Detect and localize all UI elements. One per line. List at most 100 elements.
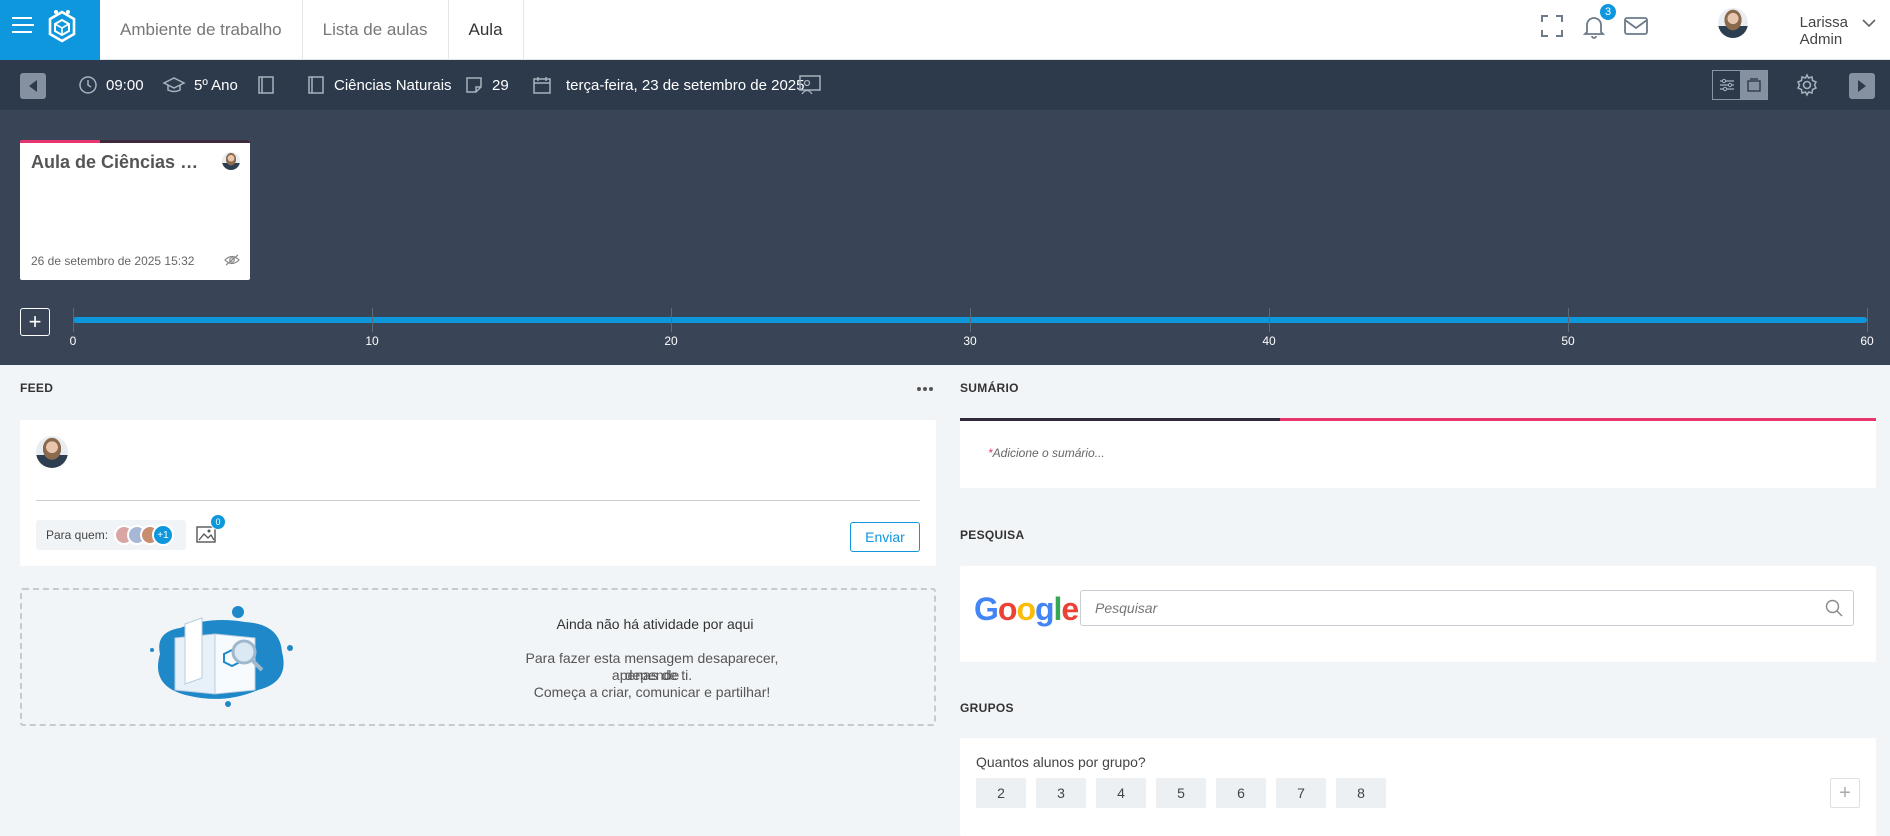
lesson-grade: 5º Ano (162, 60, 238, 110)
top-navigation: Ambiente de trabalho Lista de aulas Aula… (0, 0, 1890, 60)
gear-icon[interactable] (1795, 73, 1819, 97)
lesson-time-value: 09:00 (106, 76, 144, 94)
cards-icon (1746, 78, 1761, 92)
main-menu-button[interactable] (0, 0, 100, 60)
user-avatar[interactable] (1718, 8, 1748, 38)
lesson-grade-value: 5º Ano (194, 76, 238, 94)
composer-avatar (36, 436, 68, 468)
timeline-tick-label: 50 (1561, 334, 1575, 348)
card-date: 26 de setembro de 2025 15:32 (31, 254, 195, 268)
notification-count-badge: 3 (1598, 2, 1618, 22)
more-recipients-chip: +1 (152, 524, 174, 546)
calendar-icon (533, 77, 551, 94)
chevron-down-icon[interactable] (1862, 18, 1876, 28)
sticky-note-icon (466, 77, 482, 93)
lesson-time: 09:00 (78, 60, 144, 110)
composer-input-line[interactable] (36, 500, 920, 501)
tab-lista-de-aulas[interactable]: Lista de aulas (303, 0, 449, 60)
clock-icon (79, 76, 97, 94)
lesson-number: 29 (464, 60, 509, 110)
group-size-option[interactable]: 6 (1216, 778, 1266, 808)
feed-composer: Para quem: +1 0 Enviar (20, 420, 936, 566)
group-size-option[interactable]: 4 (1096, 778, 1146, 808)
timeline-tick (1568, 308, 1569, 332)
lesson-date[interactable]: terça-feira, 23 de setembro de 2025 (532, 60, 804, 110)
fullscreen-icon[interactable] (1538, 12, 1566, 40)
arrow-left-icon (29, 80, 37, 92)
timeline-tick-label: 10 (365, 334, 379, 348)
research-title: PESQUISA (960, 528, 1025, 542)
sliders-icon (1719, 78, 1734, 92)
empty-line-2: apenas de ti. (611, 667, 693, 683)
user-name[interactable]: Larissa Admin (1800, 14, 1848, 48)
google-logo: Google (974, 591, 1079, 627)
group-size-option[interactable]: 8 (1336, 778, 1386, 808)
recipients-selector[interactable]: Para quem: +1 (36, 520, 186, 550)
summary-panel[interactable]: *Adicione o sumário... (960, 418, 1876, 488)
search-icon[interactable] (1825, 599, 1843, 617)
timeline-tick (73, 308, 74, 332)
lesson-date-value: terça-feira, 23 de setembro de 2025 (566, 76, 805, 94)
card-title: Aula de Ciências Naturais (31, 152, 211, 172)
presentation-icon[interactable] (798, 74, 822, 96)
lesson-activity-card[interactable]: Aula de Ciências Naturais 26 de setembro… (20, 140, 250, 280)
timeline-tick (671, 308, 672, 332)
timeline-tick-label: 0 (69, 334, 77, 348)
add-activity-button[interactable]: + (20, 308, 50, 336)
image-count-badge: 0 (210, 514, 226, 530)
group-size-option[interactable]: 5 (1156, 778, 1206, 808)
group-size-option[interactable]: 2 (976, 778, 1026, 808)
feed-title: FEED (20, 381, 54, 395)
timeline-tick (970, 308, 971, 332)
timeline-tick-label: 20 (664, 334, 678, 348)
groups-title: GRUPOS (960, 701, 1014, 715)
timeline-tick-label: 60 (1860, 334, 1874, 348)
hamburger-icon (12, 14, 34, 33)
eye-off-icon[interactable] (224, 253, 240, 267)
group-size-option[interactable]: 3 (1036, 778, 1086, 808)
summary-placeholder-text: Adicione o sumário... (992, 446, 1105, 460)
graduation-cap-icon (162, 77, 186, 93)
group-size-option[interactable]: 7 (1276, 778, 1326, 808)
book-icon[interactable] (257, 75, 275, 95)
summary-progress-bar (960, 418, 1876, 421)
lesson-timeline: Aula de Ciências Naturais 26 de setembro… (0, 110, 1890, 365)
notifications-button[interactable]: 3 (1580, 2, 1618, 40)
timeline-tick (1867, 308, 1868, 332)
previous-lesson-button[interactable] (20, 73, 46, 99)
view-toggle (1712, 70, 1768, 100)
research-panel: Google (960, 566, 1876, 662)
summary-title: SUMÁRIO (960, 381, 1019, 395)
lesson-toolbar: 09:00 5º Ano Ciências Naturais 29 terça-… (0, 60, 1890, 110)
view-toggle-cards[interactable] (1740, 71, 1767, 99)
empty-line-3: Começa a criar, comunicar e partilhar! (533, 684, 771, 700)
card-author-avatar (222, 152, 240, 170)
send-button[interactable]: Enviar (850, 522, 920, 552)
timeline-tick (1269, 308, 1270, 332)
empty-feed-state: Ainda não há atividade por aqui Para faz… (20, 588, 936, 726)
search-input[interactable] (1081, 591, 1853, 625)
attach-image-button[interactable]: 0 (196, 514, 226, 544)
tab-aula[interactable]: Aula (449, 0, 524, 60)
groups-question: Quantos alunos por grupo? (976, 754, 1146, 770)
tab-ambiente-de-trabalho[interactable]: Ambiente de trabalho (100, 0, 303, 60)
recipients-label: Para quem: (46, 528, 109, 542)
app-logo-icon (48, 10, 76, 43)
arrow-right-icon (1858, 80, 1866, 92)
empty-title: Ainda não há atividade por aqui (556, 616, 754, 632)
lesson-subject[interactable]: Ciências Naturais (306, 60, 452, 110)
add-group-size-button[interactable]: + (1830, 778, 1860, 808)
card-progress-bar (20, 140, 250, 143)
groups-panel: Quantos alunos por grupo? 2 3 4 5 6 7 8 … (960, 738, 1876, 836)
breadcrumb-tabs: Ambiente de trabalho Lista de aulas Aula (100, 0, 524, 60)
notebook-icon (308, 76, 324, 94)
search-box (1080, 590, 1854, 626)
mail-icon[interactable] (1622, 12, 1650, 40)
view-toggle-filters[interactable] (1713, 71, 1740, 99)
next-lesson-button[interactable] (1849, 73, 1875, 99)
feed-more-options-icon[interactable] (917, 387, 933, 391)
lesson-subject-value: Ciências Naturais (334, 76, 452, 94)
summary-placeholder[interactable]: *Adicione o sumário... (988, 446, 1105, 460)
timeline-tick-label: 30 (963, 334, 977, 348)
lesson-number-value: 29 (492, 76, 509, 94)
